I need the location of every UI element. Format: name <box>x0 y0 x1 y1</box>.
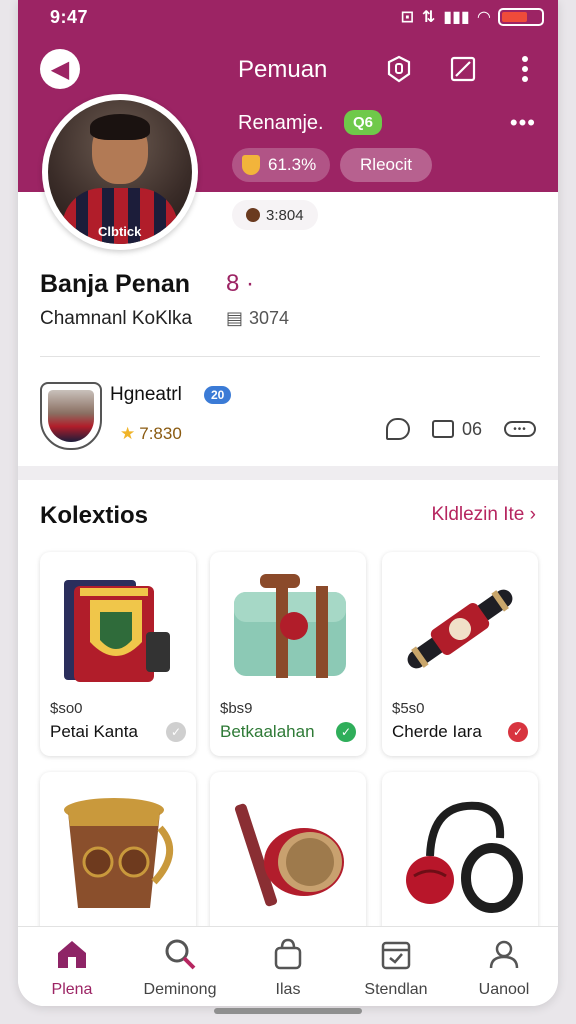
collection-card[interactable] <box>210 772 366 952</box>
profile-full-name: Banja Penan <box>40 270 191 298</box>
search-icon <box>163 937 197 971</box>
edit-icon <box>450 56 476 82</box>
collection-card[interactable]: $so0 Petai Kanta ✓ <box>40 552 196 756</box>
collection-card[interactable] <box>382 772 538 952</box>
status-time: 9:47 <box>50 7 89 27</box>
nav-item-profile[interactable]: Uanool <box>450 937 558 999</box>
gallery-count: 06 <box>461 418 482 439</box>
book-icon: ▤ <box>226 308 244 328</box>
profile-subtitle: Chamnanl KoKlka <box>40 308 193 329</box>
collection-title: Kolextios <box>40 502 149 529</box>
divider <box>40 356 540 357</box>
avatar-photo: Clbtick <box>48 100 192 244</box>
item-image <box>406 801 523 913</box>
level-badge: Q6 <box>344 110 383 135</box>
ball-icon <box>246 208 260 222</box>
avatar[interactable]: Clbtick <box>42 94 198 250</box>
nav-label: Stendlan <box>364 981 428 998</box>
stat-pill: 61.3% <box>232 148 331 182</box>
item-name: Betkaalahan <box>220 722 315 741</box>
data-icon: ⇅ <box>421 9 436 26</box>
nfc-icon: ⊡ <box>400 9 414 26</box>
star-icon: ★ <box>120 424 136 443</box>
club-name: Hgneatrl <box>110 384 182 405</box>
item-price: $5s0 <box>392 700 425 717</box>
item-image <box>64 580 170 682</box>
club-points-value: 7:830 <box>139 424 182 443</box>
club-badge: 20 <box>204 386 232 404</box>
club-actions: 06 ••• <box>385 418 536 440</box>
collection-card[interactable] <box>40 772 196 952</box>
item-image <box>64 798 174 908</box>
back-button[interactable]: ◀ <box>40 49 80 89</box>
collection-card[interactable]: $bs9 Betkaalahan ✓ <box>210 552 366 756</box>
club-logo[interactable] <box>40 382 102 450</box>
signal-icon: ▮▮▮ <box>443 9 470 26</box>
more-button[interactable] <box>508 52 542 86</box>
nav-label: Uanool <box>478 981 530 998</box>
item-tag-icon: ✓ <box>508 722 528 742</box>
club-points: ★ 7:830 <box>120 424 182 444</box>
nav-label: Ilas <box>275 981 301 998</box>
item-tag-icon: ✓ <box>166 722 186 742</box>
bottom-nav: Plena Deminong Ilas Stendlan Uanool <box>18 926 558 1006</box>
nav-item-calendar[interactable]: Stendlan <box>342 937 450 999</box>
profile-icon <box>487 937 521 971</box>
subtitle-count: ▤ 3074 <box>226 308 289 329</box>
collection-see-all-link[interactable]: Kldlezin Ite › <box>431 504 536 526</box>
follow-button-label: Rleocit <box>360 155 412 174</box>
item-price: $so0 <box>50 700 83 717</box>
more-vertical-icon <box>522 56 528 82</box>
edit-button[interactable] <box>446 52 480 86</box>
home-icon <box>55 937 89 971</box>
item-image <box>234 803 344 907</box>
section-separator <box>18 466 558 480</box>
item-image <box>407 589 513 669</box>
back-icon: ◀ <box>50 55 70 83</box>
collection-link-label: Kldlezin Ite <box>431 504 525 525</box>
subtitle-count-value: 3074 <box>249 308 290 328</box>
nav-item-search[interactable]: Deminong <box>126 937 234 999</box>
profile-name-suffix: 8 · <box>226 270 255 297</box>
collection-card[interactable]: $5s0 Cherde Iara ✓ <box>382 552 538 756</box>
item-price: $bs9 <box>220 700 253 717</box>
avatar-hair <box>90 114 150 140</box>
nav-item-home[interactable]: Plena <box>18 937 126 999</box>
shield-icon <box>242 155 260 175</box>
nav-item-bag[interactable]: Ilas <box>234 937 342 999</box>
profile-handle: Renamje. <box>238 112 324 134</box>
bag-icon <box>271 937 305 971</box>
item-name: Cherde Iara <box>392 722 482 741</box>
follow-button[interactable]: Rleocit <box>340 148 432 182</box>
camera-icon <box>431 420 454 438</box>
club-logo-image <box>48 390 94 442</box>
sub-stat-chip: 3:804 <box>232 200 318 230</box>
status-bar: 9:47 ⊡ ⇅ ▮▮▮ ◠ <box>18 0 558 36</box>
item-name: Petai Kanta <box>50 722 138 741</box>
wifi-icon: ◠ <box>477 9 490 26</box>
nav-label: Plena <box>51 981 93 998</box>
stat-value: 61.3% <box>268 155 317 174</box>
item-image <box>234 574 346 678</box>
badge-icon <box>387 55 411 83</box>
battery-icon <box>498 8 544 26</box>
battery-level <box>502 12 527 22</box>
gallery-button[interactable]: 06 <box>431 418 482 440</box>
chat-icon[interactable] <box>385 418 410 440</box>
more-options-icon[interactable]: ••• <box>504 421 536 437</box>
badge-button[interactable] <box>382 52 416 86</box>
top-bar: ◀ Pemuan <box>18 44 558 94</box>
home-indicator[interactable] <box>214 1008 362 1014</box>
jersey-text: Clbtick <box>98 224 142 239</box>
page-title: Pemuan <box>238 56 328 83</box>
status-icons: ⊡ ⇅ ▮▮▮ ◠ <box>400 7 544 27</box>
nav-label: Deminong <box>143 981 217 998</box>
sub-stat-value: 3:804 <box>266 206 304 224</box>
item-tag-icon: ✓ <box>336 722 356 742</box>
calendar-icon <box>379 937 413 971</box>
app-screen: 9:47 ⊡ ⇅ ▮▮▮ ◠ ◀ Pemuan Renamje. Q6 ••• … <box>18 0 558 1006</box>
header-more-button[interactable]: ••• <box>510 110 536 136</box>
